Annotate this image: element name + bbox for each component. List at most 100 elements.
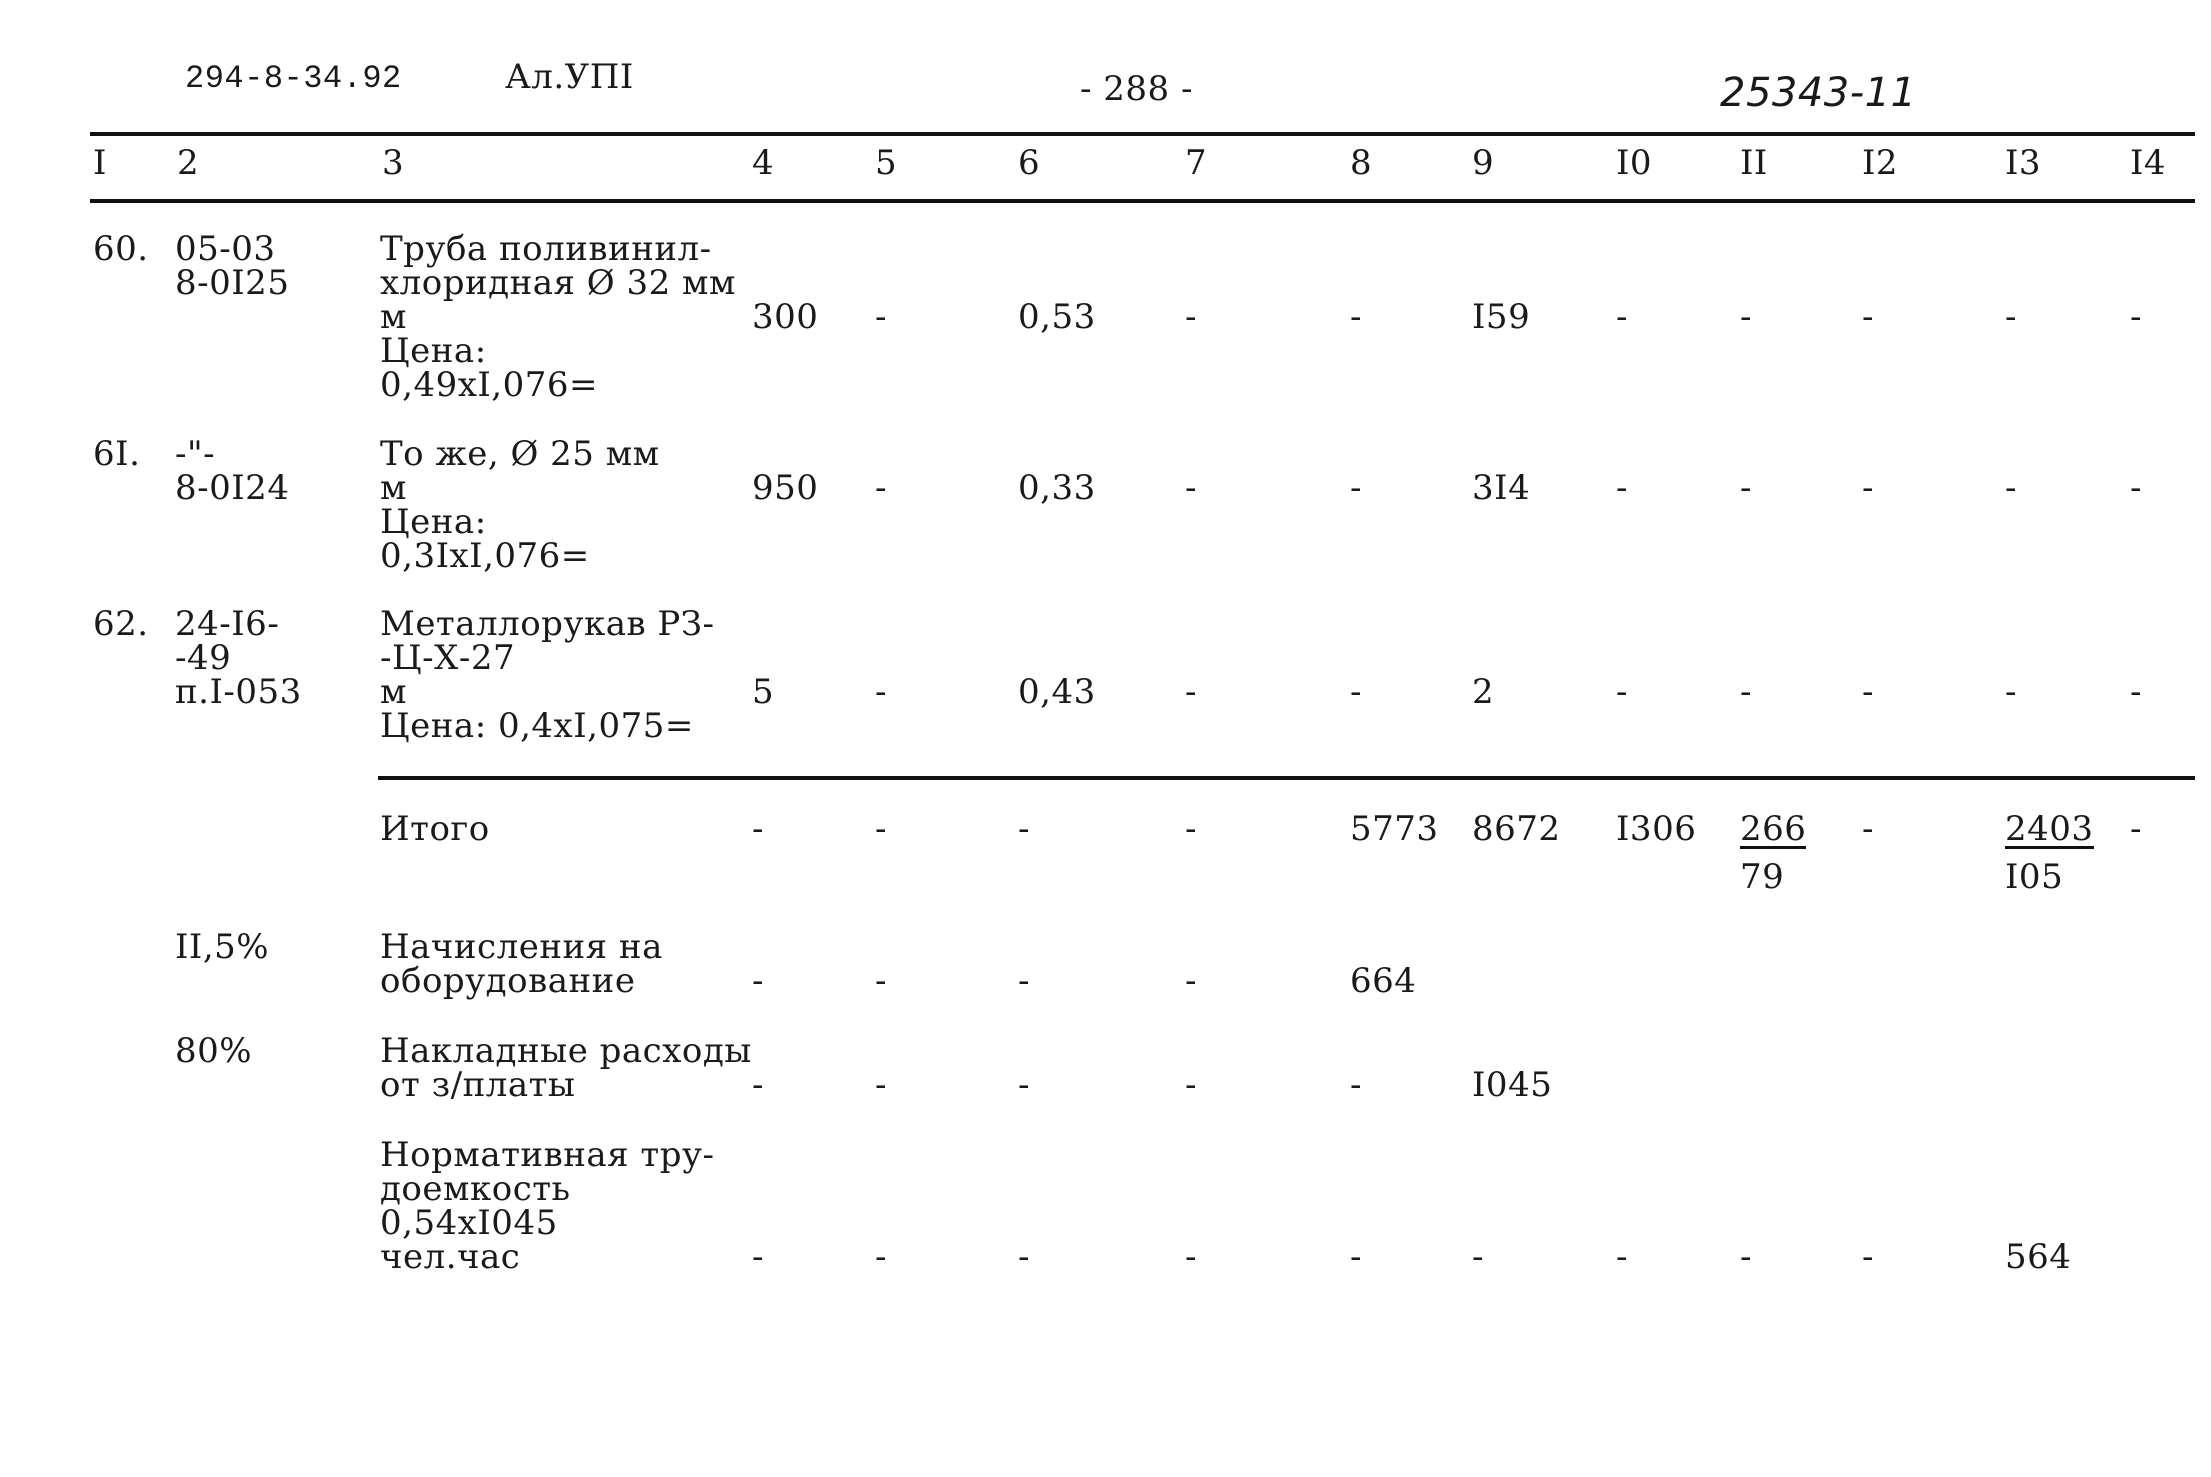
document-code: 294-8-34.92 (185, 60, 402, 97)
column-header: 7 (1185, 143, 1208, 183)
row-code: -49 (175, 638, 232, 678)
column-header: 9 (1472, 143, 1495, 183)
header-bottom-rule (90, 199, 2195, 203)
cell-c7: - (1185, 672, 1197, 712)
cell-c12: - (1862, 672, 1874, 712)
row-description: Металлорукав РЗ- (380, 604, 715, 644)
cell-c5: - (875, 297, 887, 337)
cell-c14: - (2130, 297, 2142, 337)
extra-formula: 0,54xI045 (380, 1203, 558, 1243)
row-code: 8-0I24 (175, 468, 290, 508)
extra-c5: - (875, 1237, 887, 1277)
cell-c13: - (2005, 672, 2017, 712)
row-code: 24-I6- (175, 604, 280, 644)
row-code: 8-0I25 (175, 263, 290, 303)
total-c7: - (1185, 809, 1197, 849)
total-label: Итого (380, 809, 490, 849)
cell-c9: 2 (1472, 672, 1495, 712)
album-label: Ал.УПI (505, 57, 634, 97)
cell-c4: 950 (752, 468, 819, 508)
total-separator-rule (378, 776, 2195, 780)
total-c4: - (752, 809, 764, 849)
cell-c9: I59 (1472, 297, 1531, 337)
cell-c4: 5 (752, 672, 775, 712)
extra-c7: - (1185, 1237, 1197, 1277)
column-header: 5 (875, 143, 898, 183)
extra-c7: - (1185, 1065, 1197, 1105)
column-header: I3 (2005, 143, 2042, 183)
extra-c4: - (752, 961, 764, 1001)
total-c9: 8672 (1472, 809, 1561, 849)
column-header: I2 (1862, 143, 1899, 183)
row-number: 62. (93, 604, 149, 644)
row-price-formula: 0,49xI,076= (380, 365, 598, 405)
cell-c11: - (1740, 297, 1752, 337)
extra-description: от з/платы (380, 1065, 576, 1105)
cell-c8: - (1350, 468, 1362, 508)
row-price-formula: 0,3IxI,076= (380, 536, 590, 576)
extra-description: оборудование (380, 961, 636, 1001)
cell-c5: - (875, 672, 887, 712)
column-header: I (93, 143, 107, 183)
row-unit: м (380, 297, 407, 337)
cell-c11: - (1740, 672, 1752, 712)
row-unit: м (380, 468, 407, 508)
extra-description: доемкость (380, 1169, 571, 1209)
total-c13-numerator: 2403 (2005, 809, 2094, 849)
column-header: 8 (1350, 143, 1373, 183)
extra-c8: 664 (1350, 961, 1417, 1001)
cell-c12: - (1862, 297, 1874, 337)
page-number: - 288 - (1080, 69, 1193, 109)
column-header: 6 (1018, 143, 1041, 183)
extra-percent: 80% (175, 1031, 253, 1071)
row-number: 6I. (93, 434, 141, 474)
extra-c6: - (1018, 1237, 1030, 1277)
extra-c4: - (752, 1065, 764, 1105)
extra-c13: 564 (2005, 1237, 2072, 1277)
cell-c8: - (1350, 297, 1362, 337)
cell-c8: - (1350, 672, 1362, 712)
column-header: I0 (1616, 143, 1653, 183)
cell-c12: - (1862, 468, 1874, 508)
extra-c8: - (1350, 1237, 1362, 1277)
extra-description: Нормативная тру- (380, 1135, 715, 1175)
row-code: -"- (175, 434, 216, 474)
extra-description: Накладные расходы (380, 1031, 752, 1071)
extra-c6: - (1018, 1065, 1030, 1105)
extra-c8: - (1350, 1065, 1362, 1105)
row-description: -Ц-Х-27 (380, 638, 516, 678)
extra-c7: - (1185, 961, 1197, 1001)
column-header: 3 (382, 143, 405, 183)
cell-c7: - (1185, 297, 1197, 337)
row-price-label: Цена: (380, 502, 487, 542)
cell-c10: - (1616, 297, 1628, 337)
cell-c6: 0,53 (1018, 297, 1096, 337)
extra-c9: I045 (1472, 1065, 1553, 1105)
row-price-label: Цена: (380, 331, 487, 371)
cell-c9: 3I4 (1472, 468, 1531, 508)
extra-c4: - (752, 1237, 764, 1277)
cell-c13: - (2005, 468, 2017, 508)
extra-percent: II,5% (175, 927, 270, 967)
total-c14: - (2130, 809, 2142, 849)
extra-c11: - (1740, 1237, 1752, 1277)
cell-c10: - (1616, 672, 1628, 712)
cell-c6: 0,43 (1018, 672, 1096, 712)
row-code: 05-03 (175, 229, 276, 269)
table-top-rule (90, 132, 2195, 136)
row-description: Труба поливинил- (380, 229, 712, 269)
column-header: 4 (752, 143, 775, 183)
row-unit: м (380, 672, 407, 712)
cell-c5: - (875, 468, 887, 508)
total-c6: - (1018, 809, 1030, 849)
cell-c4: 300 (752, 297, 819, 337)
extra-c5: - (875, 961, 887, 1001)
cell-c11: - (1740, 468, 1752, 508)
total-c5: - (875, 809, 887, 849)
cell-c6: 0,33 (1018, 468, 1096, 508)
total-c12: - (1862, 809, 1874, 849)
extra-c6: - (1018, 961, 1030, 1001)
row-price-formula: Цена: 0,4xI,075= (380, 706, 694, 746)
cell-c13: - (2005, 297, 2017, 337)
row-description: хлоридная Ø 32 мм (380, 263, 736, 303)
